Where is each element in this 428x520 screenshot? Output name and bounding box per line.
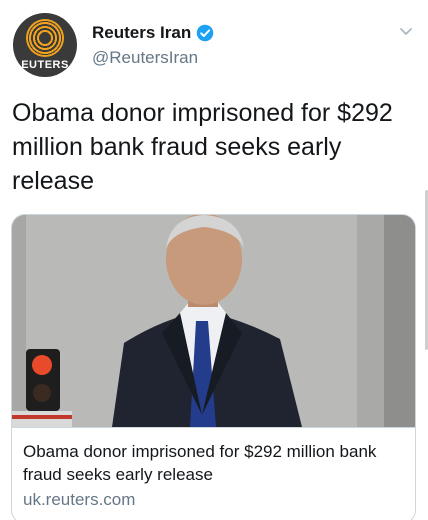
card-body[interactable]: Obama donor imprisoned for $292 million … (12, 427, 415, 520)
chevron-down-icon[interactable] (398, 23, 414, 39)
tweet-text: Obama donor imprisoned for $292 million … (12, 99, 393, 195)
avatar[interactable]: EUTERS (13, 13, 77, 77)
verified-badge-icon (196, 24, 214, 42)
author-name-row[interactable]: Reuters Iran (92, 23, 214, 43)
link-preview-card[interactable]: Obama donor imprisoned for $292 million … (11, 214, 416, 520)
display-name[interactable]: Reuters Iran (92, 23, 191, 43)
card-domain[interactable]: uk.reuters.com (23, 490, 135, 510)
user-handle[interactable]: @ReutersIran (92, 48, 198, 68)
avatar-logo-text: EUTERS (21, 59, 69, 71)
reuters-logo-icon (26, 19, 64, 57)
card-image[interactable] (12, 215, 416, 427)
card-title[interactable]: Obama donor imprisoned for $292 million … (23, 440, 408, 486)
tweet: EUTERS Reuters Iran @ReutersIran Obama d… (0, 0, 428, 520)
